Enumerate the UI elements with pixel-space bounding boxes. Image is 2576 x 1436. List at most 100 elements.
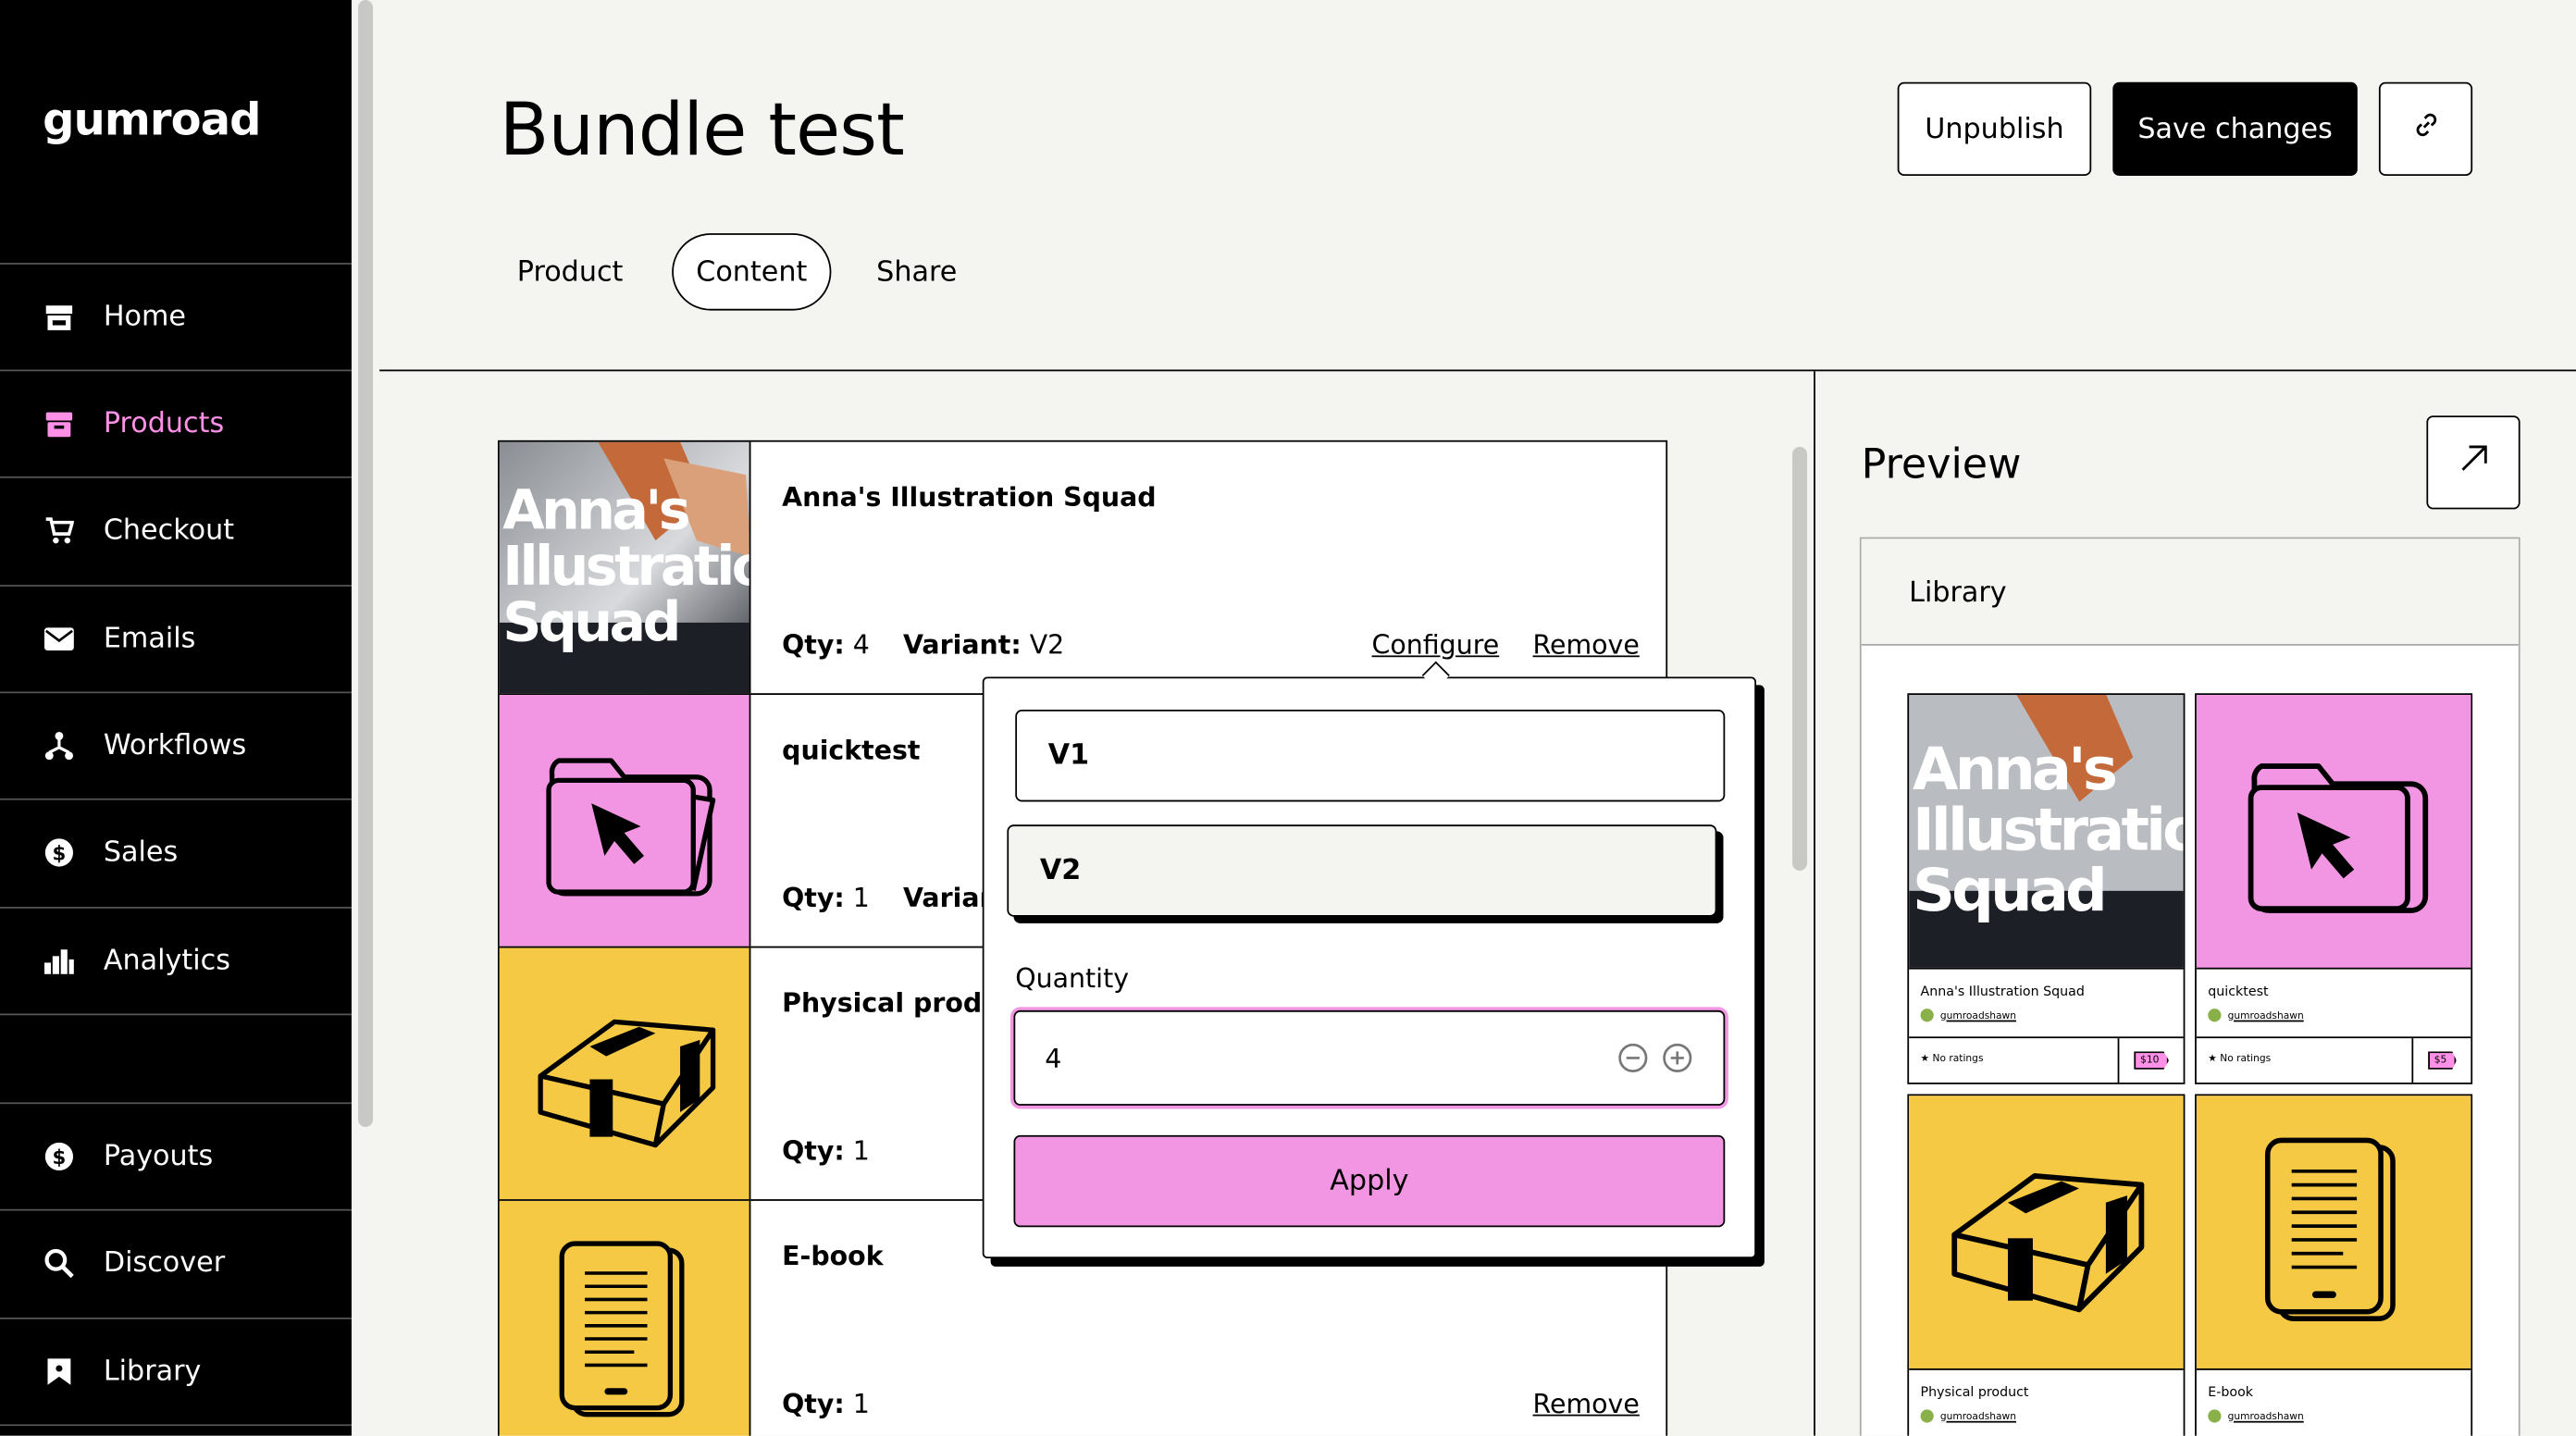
tab-share[interactable]: Share [856, 233, 977, 310]
product-name: Anna's Illustration Squad [782, 481, 1157, 513]
sidebar-item-sales[interactable]: $ Sales [0, 800, 352, 906]
sidebar: gumroad Home Products Checkout Emails Wo… [0, 0, 352, 1436]
save-changes-button[interactable]: Save changes [2112, 81, 2358, 176]
price-tag: $5 [2427, 1051, 2457, 1070]
quantity-variant-info: Qty: 1 Variant [782, 882, 1011, 914]
sidebar-item-label: Home [103, 300, 186, 334]
package-icon [1909, 1096, 2184, 1370]
price-tag: $10 [2133, 1051, 2170, 1070]
remove-link[interactable]: Remove [1533, 1388, 1640, 1419]
rating-price-row: ★ No ratings $10 [1909, 1036, 2184, 1083]
arrow-up-right-icon [2458, 443, 2488, 481]
main-scrollbar[interactable] [1792, 446, 1808, 872]
sidebar-item-emails[interactable]: Emails [0, 587, 352, 692]
library-label: Library [1909, 576, 2007, 610]
dollar-circle-icon: $ [43, 836, 76, 870]
product-name: E-book [2208, 1384, 2254, 1400]
sidebar-item-label: Sales [103, 836, 179, 870]
avatar [1920, 1009, 1934, 1022]
ebook-icon [499, 1200, 751, 1436]
configure-link[interactable]: Configure [1372, 629, 1500, 661]
envelope-icon [43, 623, 76, 656]
page-header: Bundle test Unpublish Save changes Produ… [379, 0, 2576, 372]
sidebar-item-library[interactable]: Library [0, 1319, 352, 1425]
variant-option-v1[interactable]: V1 [1015, 710, 1726, 802]
creator-link[interactable]: gumroadshawn [1920, 1409, 2016, 1423]
library-product-card[interactable]: Anna's Illustratio Squad Anna's Illustrati… [1907, 693, 2186, 1084]
sidebar-item-workflows[interactable]: Workflows [0, 693, 352, 798]
rating: ★ No ratings [1920, 1053, 1984, 1065]
bar-chart-icon [43, 945, 76, 978]
ebook-icon [2196, 1096, 2471, 1370]
preview-pane: Preview Library Anna's Illustratio Squad A… [1814, 371, 2576, 1436]
avatar [1920, 1409, 1934, 1423]
page-title: Bundle test [499, 88, 905, 173]
library-product-card[interactable]: E-book gumroadshawn [2195, 1094, 2473, 1436]
sidebar-item-label: Library [103, 1355, 202, 1389]
quantity-stepper[interactable]: 4 [1013, 1009, 1726, 1106]
library-header: Library [1861, 538, 2519, 646]
sidebar-item-products[interactable]: Products [0, 371, 352, 477]
diagram-icon [43, 729, 76, 762]
sidebar-item-analytics[interactable]: Analytics [0, 909, 352, 1014]
creator-link[interactable]: gumroadshawn [1920, 1009, 2016, 1022]
creator-link[interactable]: gumroadshawn [2208, 1009, 2304, 1022]
app-root: gumroad Home Products Checkout Emails Wo… [0, 0, 2576, 1436]
quantity-label: Quantity [1015, 962, 1130, 995]
folder-cursor-icon [2196, 695, 2471, 970]
product-name: quicktest [2208, 984, 2269, 999]
package-icon [499, 947, 751, 1200]
cart-icon [43, 514, 76, 548]
tab-product[interactable]: Product [498, 233, 642, 310]
plus-circle-icon[interactable] [1663, 1043, 1692, 1079]
apply-button[interactable]: Apply [1013, 1134, 1726, 1228]
minus-circle-icon[interactable] [1618, 1043, 1648, 1079]
quantity-variant-info: Qty: 4 Variant: V2 [782, 629, 1065, 661]
preview-title: Preview [1861, 439, 2022, 489]
unpublish-button[interactable]: Unpublish [1897, 81, 2092, 176]
open-preview-button[interactable] [2426, 415, 2520, 510]
folder-cursor-icon [499, 695, 751, 947]
quantity-value: 4 [1045, 1043, 1062, 1075]
rating-price-row: ★ No ratings $5 [2196, 1036, 2471, 1083]
sidebar-item-label: Products [103, 407, 225, 440]
sidebar-item-label: Discover [103, 1246, 226, 1281]
sidebar-item-label: Emails [103, 622, 196, 656]
dollar-circle-icon: $ [43, 1140, 76, 1173]
sidebar-item-discover[interactable]: Discover [0, 1211, 352, 1317]
variant-option-v2[interactable]: V2 [1007, 824, 1717, 917]
configure-popover: V1 V2 Quantity 4 Apply [982, 676, 1757, 1259]
sidebar-item-payouts[interactable]: $ Payouts [0, 1104, 352, 1209]
product-name: Anna's Illustration Squad [1920, 984, 2085, 999]
tab-content[interactable]: Content [672, 233, 832, 311]
archive-icon [43, 407, 76, 440]
gumroad-logo[interactable]: gumroad [43, 95, 261, 146]
sidebar-item-label: Payouts [103, 1140, 214, 1173]
copy-link-button[interactable] [2378, 81, 2473, 176]
product-name: E-book [782, 1240, 884, 1272]
rating: ★ No ratings [2208, 1053, 2272, 1065]
library-preview: Library Anna's Illustratio Squad Anna's Il… [1859, 537, 2520, 1436]
avatar [2208, 1009, 2222, 1022]
svg-text:$: $ [53, 1146, 67, 1170]
bundle-product-card: Anna's Illustratio Squad Anna's Illustrati… [497, 439, 1668, 696]
product-name: Physical product [1920, 1384, 2029, 1400]
sidebar-item-home[interactable]: Home [0, 265, 352, 370]
library-product-card[interactable]: quicktest gumroadshawn ★ No ratings $5 [2195, 693, 2473, 1084]
search-icon [43, 1247, 76, 1281]
bookmark-icon [43, 1356, 76, 1389]
store-icon [43, 301, 76, 334]
library-product-card[interactable]: Physical product gumroadshawn [1907, 1094, 2186, 1436]
creator-link[interactable]: gumroadshawn [2208, 1409, 2304, 1423]
quantity-info: Qty: 1 [782, 1388, 870, 1420]
sidebar-item-label: Analytics [103, 944, 230, 978]
sidebar-item-label: Checkout [103, 514, 235, 548]
remove-link[interactable]: Remove [1533, 629, 1640, 661]
product-cover-image: Anna's Illustratio Squad [1909, 695, 2184, 970]
sidebar-item-checkout[interactable]: Checkout [0, 478, 352, 584]
sidebar-item-label: Workflows [103, 729, 247, 762]
avatar [2208, 1409, 2222, 1423]
svg-text:$: $ [53, 842, 67, 865]
sidebar-scrollbar[interactable] [358, 0, 374, 1127]
quantity-info: Qty: 1 [782, 1134, 870, 1167]
